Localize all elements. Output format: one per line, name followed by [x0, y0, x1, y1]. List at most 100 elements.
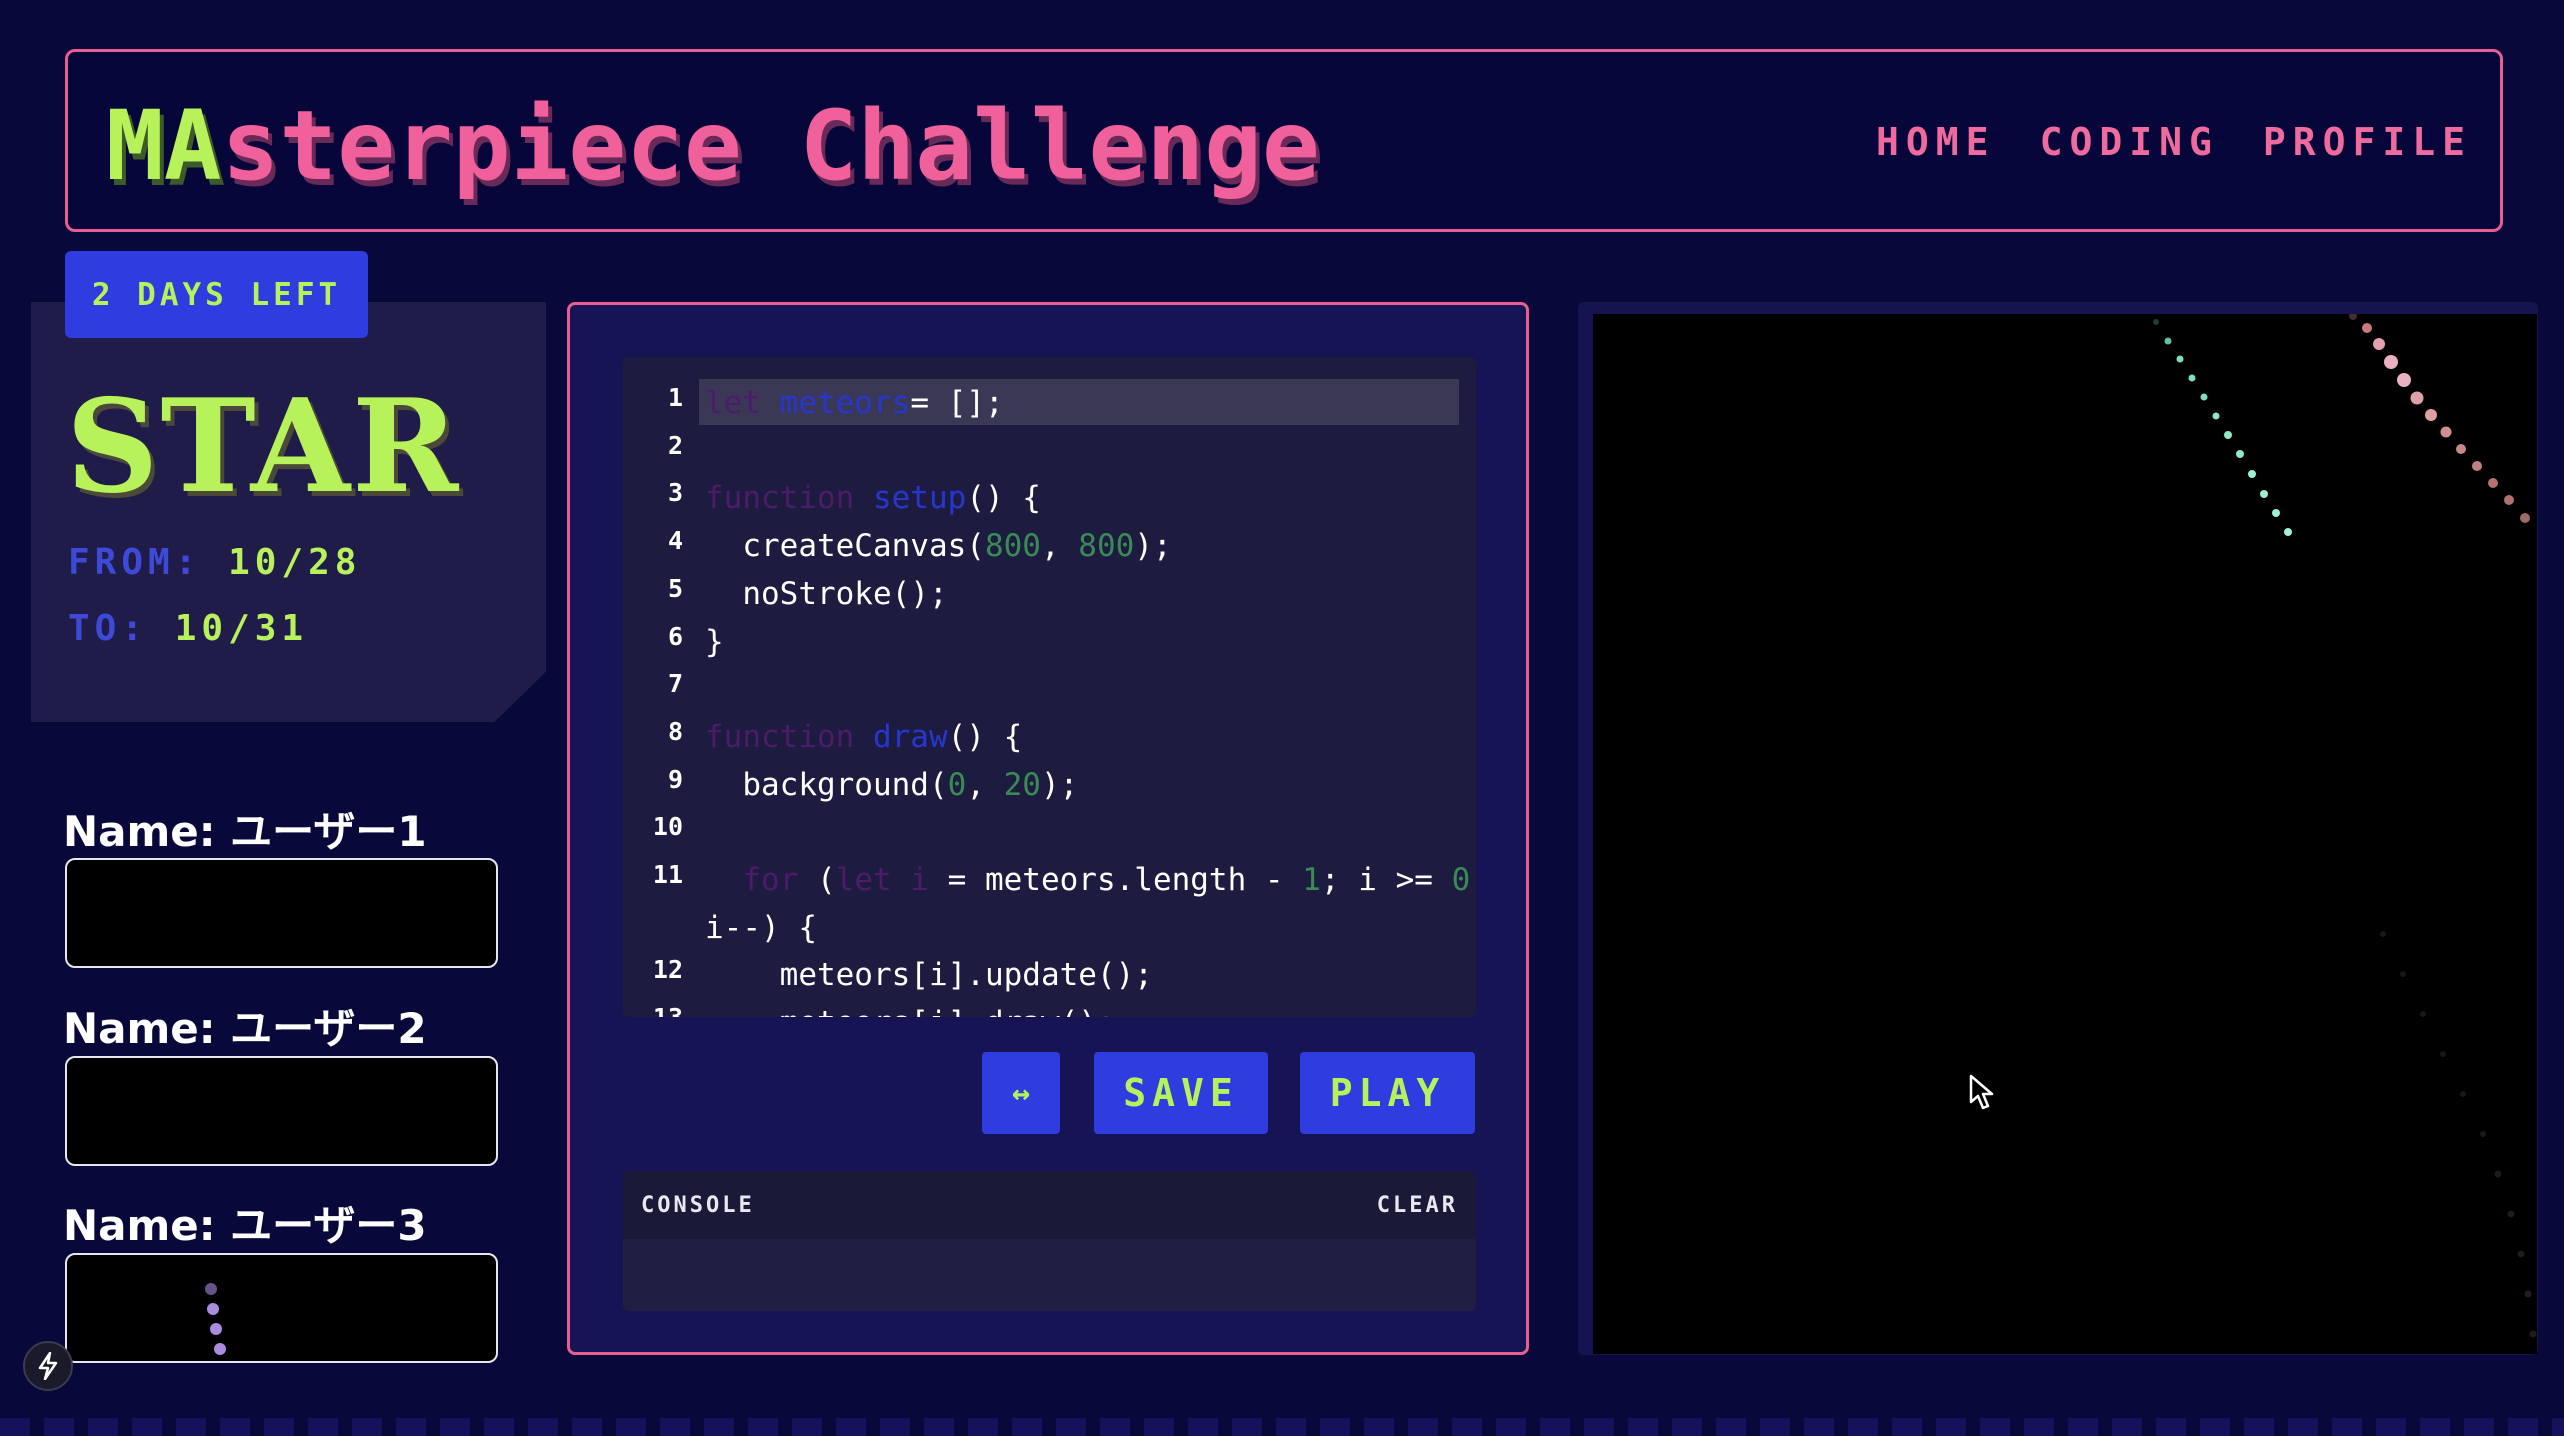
line-number: 12 [652, 955, 683, 985]
line-number: 1 [667, 383, 683, 412]
line-number: 13 [623, 1003, 683, 1017]
meteor-trail-faint [2380, 931, 2537, 1338]
code-token: meteors [779, 385, 911, 421]
console-clear-button[interactable]: CLEAR [1377, 1193, 1458, 1218]
sketch-preview-canvas[interactable] [1593, 314, 2537, 1354]
code-line[interactable]: 13 meteors[i].draw(); [623, 999, 1476, 1017]
code-token: function [705, 480, 873, 517]
code-token: = meteors.length - [947, 862, 1303, 898]
code-token: , [1040, 528, 1079, 565]
participant-2-name: Name: ユーザー2 [63, 1004, 427, 1053]
console-header: CONSOLE CLEAR [623, 1171, 1476, 1239]
code-line[interactable]: 1 let meteors= []; [623, 379, 1476, 426]
date-to: TO: 10/31 [68, 608, 308, 649]
nav-home[interactable]: HOME [1876, 120, 1996, 164]
code-line[interactable]: 8 function draw() { [623, 713, 1476, 760]
code-token: () { [966, 480, 1041, 517]
participant-2-preview[interactable] [65, 1056, 498, 1166]
from-label: FROM: [68, 542, 202, 583]
editor-panel: 1 let meteors= []; 2 3 function setup() {4 c… [567, 302, 1529, 1355]
code-token: ); [1134, 528, 1172, 565]
code-line[interactable]: 3 function setup() { [623, 474, 1476, 521]
code-token: ; i >= [1320, 862, 1452, 898]
challenge-topic: STAR [66, 372, 461, 522]
to-label: TO: [68, 608, 149, 649]
save-button[interactable]: SAVE [1094, 1052, 1268, 1134]
lightning-icon[interactable] [23, 1341, 73, 1391]
code-line[interactable]: 5 noStroke(); [623, 570, 1476, 617]
code-text: function setup() { [705, 480, 1041, 516]
code-line[interactable]: 11 for (let i = meteors.length - 1; i >=… [623, 856, 1476, 903]
code-line[interactable]: i--) { [623, 904, 1476, 951]
logo-highlight: MA [106, 90, 222, 202]
meteor-trail-pink [2349, 314, 2530, 523]
code-text: meteors[i].update(); [705, 957, 1153, 993]
code-token: 800 [1078, 528, 1135, 565]
bolt-glyph [38, 1352, 58, 1380]
code-token: meteors[i].draw(); [705, 1005, 1116, 1017]
code-text: i--) { [705, 910, 817, 946]
code-token: } [705, 623, 724, 660]
code-token: for [705, 862, 817, 898]
code-token: noStroke(); [705, 575, 948, 612]
participant-1-preview[interactable] [65, 858, 498, 968]
code-token: () { [947, 718, 1023, 755]
code-token: 0 [1451, 862, 1471, 898]
code-line[interactable]: 6} [623, 618, 1476, 665]
to-date: 10/31 [174, 608, 309, 649]
play-button[interactable]: PLAY [1300, 1052, 1475, 1134]
line-number: 6 [667, 621, 683, 651]
code-text: let meteors= []; [705, 385, 1004, 421]
code-text: for (let i = meteors.length - 1; i >= 0; [705, 862, 1476, 898]
code-text: meteors[i].draw(); [705, 1005, 1116, 1017]
challenge-card: STAR FROM: 10/28 TO: 10/31 [31, 302, 546, 722]
participant-3-preview[interactable] [65, 1253, 498, 1363]
code-text: } [705, 624, 724, 660]
code-token: ( [816, 862, 836, 898]
code-editor[interactable]: 1 let meteors= []; 2 3 function setup() {4 c… [623, 357, 1476, 1017]
meteor-dot [210, 1323, 222, 1335]
logo-rest: sterpiece Challenge [221, 90, 1320, 202]
code-line[interactable]: 7 [623, 665, 1476, 712]
code-text: createCanvas(800, 800); [705, 528, 1172, 565]
code-token: = []; [910, 385, 1004, 421]
code-text: background(0, 20); [705, 767, 1078, 803]
code-token: let [705, 385, 780, 421]
code-token: 1 [1302, 862, 1321, 898]
meteor-dot [207, 1303, 219, 1315]
line-number: 5 [667, 573, 683, 603]
code-token: ; [1470, 862, 1476, 898]
console-title: CONSOLE [641, 1192, 755, 1218]
app-logo[interactable]: MAsterpiece Challenge [106, 90, 1320, 202]
nav-coding[interactable]: CODING [2040, 120, 2219, 164]
line-number: 4 [667, 526, 683, 556]
bottom-border-strip [0, 1418, 2564, 1436]
header: MAsterpiece Challenge HOME CODING PROFIL… [65, 49, 2503, 232]
code-token: ); [1040, 766, 1079, 803]
code-token: function [705, 718, 873, 755]
code-token: 800 [984, 528, 1041, 565]
code-token: meteors[i].update(); [705, 957, 1153, 994]
code-token: 0 [947, 766, 967, 803]
code-line[interactable]: 4 createCanvas(800, 800); [623, 522, 1476, 569]
code-token: createCanvas( [705, 528, 985, 565]
nav-profile[interactable]: PROFILE [2263, 120, 2472, 164]
line-number: 9 [667, 764, 683, 794]
code-line[interactable]: 12 meteors[i].update(); [623, 951, 1476, 998]
line-number: 11 [652, 860, 683, 889]
code-text: noStroke(); [705, 575, 948, 612]
code-line[interactable]: 10 [623, 808, 1476, 855]
main-nav: HOME CODING PROFILE [1876, 120, 2472, 164]
code-line[interactable]: 9 background(0, 20); [623, 761, 1476, 808]
console-panel: CONSOLE CLEAR [623, 1171, 1476, 1311]
swap-layout-button[interactable]: ↔ [982, 1052, 1060, 1134]
participant-1-name: Name: ユーザー1 [63, 807, 427, 856]
meteor-dot [214, 1343, 226, 1355]
code-token: setup [872, 480, 967, 517]
code-token: background( [705, 766, 948, 803]
code-token: 20 [1003, 766, 1041, 803]
meteor-trail-green [2153, 319, 2292, 536]
days-left-badge: 2 DAYS LEFT [65, 251, 368, 338]
code-line[interactable]: 2 [623, 427, 1476, 474]
line-number: 10 [652, 812, 683, 842]
